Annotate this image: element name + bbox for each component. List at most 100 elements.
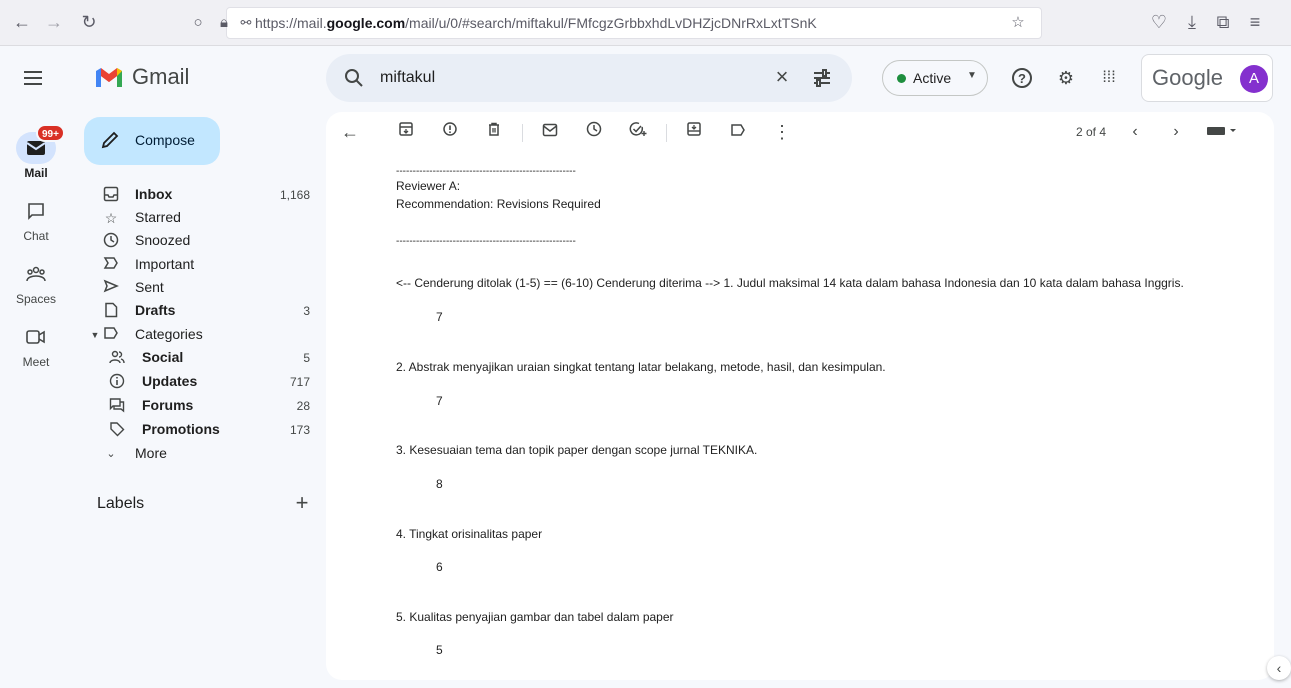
pagination-text: 2 of 4	[1076, 125, 1107, 139]
gmail-logo[interactable]: Gmail	[94, 62, 189, 92]
report-spam-icon[interactable]	[438, 120, 462, 144]
google-wordmark: Google	[1152, 65, 1223, 90]
clock-icon	[102, 232, 120, 250]
url-text: https://mail.google.com/mail/u/0/#search…	[255, 15, 817, 31]
avatar[interactable]: A	[1240, 65, 1268, 93]
nav-item-important[interactable]: Important	[84, 253, 324, 277]
status-dot	[897, 74, 906, 83]
social-people-icon	[108, 349, 126, 367]
permissions-icon[interactable]: ⚯	[235, 12, 257, 34]
labels-heading: Labels	[97, 495, 145, 512]
back-arrow-icon[interactable]: ←	[10, 10, 34, 34]
nav-item-categories[interactable]: ▼ Categories	[84, 323, 324, 347]
menu-icon[interactable]: ≡	[1243, 10, 1267, 34]
move-to-icon[interactable]	[682, 120, 706, 144]
rail-meet[interactable]: Meet	[0, 321, 72, 369]
tag-icon	[108, 421, 126, 439]
clear-search-icon[interactable]: ×	[770, 66, 794, 90]
chat-icon	[20, 195, 52, 227]
nav-item-snoozed[interactable]: Snoozed	[84, 229, 324, 253]
apps-grid-icon[interactable]: ⁞⁞⁞	[1097, 66, 1121, 90]
question-4-score: 6	[436, 560, 443, 574]
nav-label-important: Important	[135, 256, 195, 272]
forward-arrow-icon[interactable]: →	[42, 10, 66, 34]
rail-spaces[interactable]: Spaces	[0, 258, 72, 306]
forum-icon	[108, 397, 126, 415]
add-task-icon[interactable]	[626, 120, 650, 144]
important-icon	[102, 256, 120, 274]
nav-item-sent[interactable]: Sent	[84, 276, 324, 300]
settings-gear-icon[interactable]: ⚙	[1054, 66, 1078, 90]
question-2-text: 2. Abstrak menyajikan uraian singkat ten…	[396, 360, 886, 374]
send-icon	[102, 279, 120, 297]
pocket-icon[interactable]: ♡	[1147, 10, 1171, 34]
bookmark-star-icon[interactable]: ☆	[1007, 12, 1029, 34]
reviewer-heading: Reviewer A:	[396, 179, 461, 193]
nav-label-forums: Forums	[142, 397, 194, 413]
browser-toolbar: ← → ↻ ○ 🔒︎ ⚯ https://mail.google.com/mai…	[0, 0, 1291, 46]
rail-spaces-label: Spaces	[15, 292, 57, 306]
search-icon[interactable]	[342, 66, 366, 90]
label-as-icon[interactable]	[726, 120, 750, 144]
rail-meet-label: Meet	[22, 355, 50, 369]
nav-item-starred[interactable]: ☆ Starred	[84, 206, 324, 230]
status-label: Active	[913, 70, 952, 86]
snooze-clock-icon[interactable]	[582, 120, 606, 144]
question-5-text: 5. Kualitas penyajian gambar dan tabel d…	[396, 610, 674, 624]
rail-chat[interactable]: Chat	[0, 195, 72, 243]
nav-label-categories: Categories	[135, 326, 203, 342]
extensions-icon[interactable]: ⧉	[1211, 10, 1235, 34]
promotions-count: 173	[289, 423, 310, 437]
archive-icon[interactable]	[394, 120, 418, 144]
search-bar[interactable]: ×	[326, 54, 852, 102]
nav-item-more[interactable]: ⌄ More	[84, 442, 324, 466]
more-vert-icon[interactable]: ⋮	[770, 120, 794, 144]
rail-chat-label: Chat	[23, 229, 49, 243]
download-icon[interactable]: ⤓	[1180, 10, 1204, 34]
status-dropdown[interactable]: Active ▼	[882, 60, 988, 96]
reload-icon[interactable]: ↻	[77, 10, 101, 34]
pencil-icon	[101, 131, 119, 149]
nav-item-inbox[interactable]: Inbox 1,168	[84, 183, 324, 207]
search-options-icon[interactable]	[810, 66, 834, 90]
address-bar[interactable]: ○ 🔒︎ ⚯ https://mail.google.com/mail/u/0/…	[193, 7, 1042, 39]
nav-label-sent: Sent	[135, 279, 164, 295]
info-icon	[108, 373, 126, 391]
older-chevron-icon[interactable]: ›	[1164, 120, 1188, 144]
input-tools-icon[interactable]	[1204, 120, 1240, 144]
nav-label-starred: Starred	[135, 209, 181, 225]
compose-button[interactable]: Compose	[84, 117, 220, 165]
toolbar-divider	[666, 124, 667, 142]
recommendation-text: Recommendation: Revisions Required	[396, 197, 601, 211]
nav-item-social[interactable]: Social 5	[84, 346, 324, 370]
nav-item-forums[interactable]: Forums 28	[84, 394, 324, 418]
shield-icon[interactable]: ○	[187, 12, 209, 34]
main-menu-icon[interactable]	[22, 66, 46, 90]
back-to-search-icon[interactable]: ←	[338, 120, 362, 144]
lock-icon[interactable]: 🔒︎	[213, 12, 235, 34]
inbox-icon	[102, 186, 120, 204]
search-input[interactable]	[380, 66, 760, 90]
nav-item-drafts[interactable]: Drafts 3	[84, 299, 324, 323]
draft-file-icon	[102, 302, 120, 320]
help-icon[interactable]: ?	[1010, 66, 1034, 90]
google-account-box[interactable]: Google A	[1141, 54, 1273, 102]
mail-icon: 99+	[16, 124, 65, 164]
mark-unread-icon[interactable]	[538, 120, 562, 144]
rail-mail[interactable]: 99+ Mail	[0, 124, 72, 180]
rail-mail-label: Mail	[24, 166, 48, 180]
side-panel-toggle-icon[interactable]: ‹	[1267, 656, 1291, 680]
gmail-m-icon	[96, 68, 122, 87]
meet-video-icon	[20, 321, 52, 353]
add-label-icon[interactable]: +	[290, 491, 314, 515]
label-icon	[102, 326, 120, 344]
delete-icon[interactable]	[482, 120, 506, 144]
nav-item-promotions[interactable]: Promotions 173	[84, 418, 324, 442]
caret-down-icon: ▼	[967, 70, 977, 81]
nav-item-updates[interactable]: Updates 717	[84, 370, 324, 394]
newer-chevron-icon[interactable]: ‹	[1123, 120, 1147, 144]
question-5-score: 5	[436, 643, 443, 657]
spaces-icon	[20, 258, 52, 290]
gmail-app: Gmail × Active ▼ ? ⚙ ⁞⁞⁞ Google A 99+	[0, 46, 1291, 688]
question-1-score: 7	[436, 310, 443, 324]
